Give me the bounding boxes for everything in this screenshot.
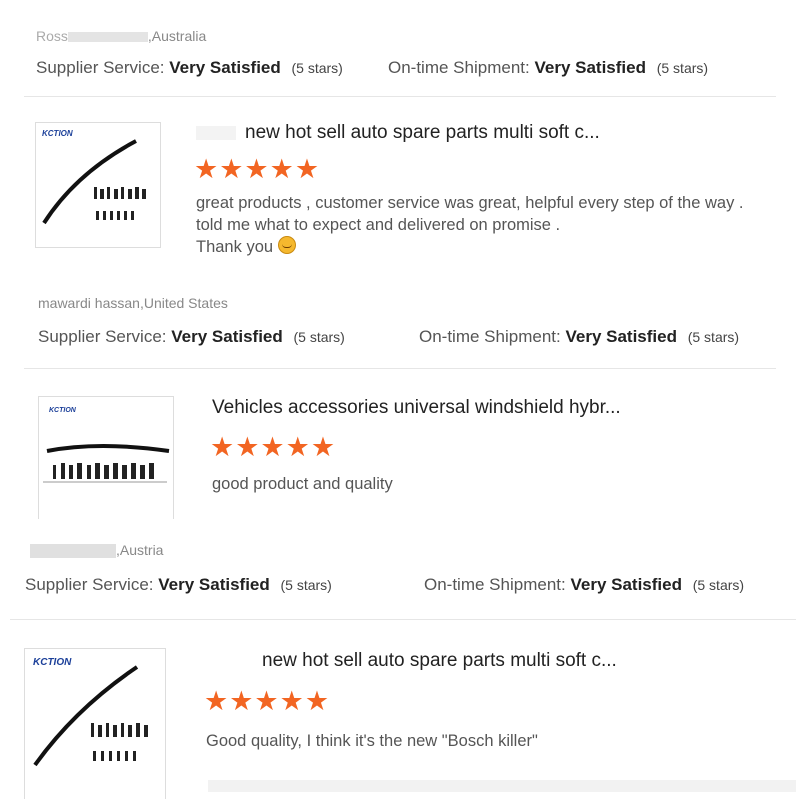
supplier-value: Very Satisfied — [158, 575, 270, 594]
review-comment: great products , customer service was gr… — [196, 192, 776, 258]
product-thumbnail[interactable]: KCTION — [24, 648, 166, 799]
reviewer-name: mawardi hassan,United States — [38, 295, 228, 311]
smiling-face-emoji-icon — [277, 236, 296, 254]
supplier-stars-count: (5 stars) — [280, 577, 332, 593]
review-comment: good product and quality — [212, 475, 393, 493]
supplier-stars-count: (5 stars) — [291, 60, 343, 76]
supplier-stars-count: (5 stars) — [293, 329, 345, 345]
review-comment: Good quality, I think it's the new "Bosc… — [206, 732, 538, 750]
supplier-service-rating: Supplier Service: Very Satisfied (5 star… — [38, 327, 345, 347]
wiper-blade-image — [33, 665, 148, 767]
supplier-label: Supplier Service: — [25, 575, 154, 594]
review-stars: ★★★★★ — [204, 686, 331, 716]
shipment-label: On-time Shipment: — [424, 575, 566, 594]
shipment-value: Very Satisfied — [534, 58, 646, 77]
supplier-service-rating: Supplier Service: Very Satisfied (5 star… — [36, 58, 343, 78]
supplier-service-rating: Supplier Service: Very Satisfied (5 star… — [25, 575, 332, 595]
shipment-value: Very Satisfied — [565, 327, 677, 346]
reviewer-name: ,Austria — [30, 542, 164, 559]
shipment-label: On-time Shipment: — [419, 327, 561, 346]
reply-box-placeholder — [208, 780, 796, 792]
shipment-stars-count: (5 stars) — [656, 60, 709, 76]
product-thumbnail[interactable]: KCTION — [35, 122, 161, 248]
shipment-stars-count: (5 stars) — [687, 329, 740, 345]
supplier-value: Very Satisfied — [171, 327, 283, 346]
comment-line-text: Thank you — [196, 238, 274, 256]
product-title[interactable]: new hot sell auto spare parts multi soft… — [245, 122, 600, 144]
shipment-rating: On-time Shipment: Very Satisfied (5 star… — [388, 58, 708, 78]
comment-line: Thank you — [196, 236, 776, 258]
divider — [10, 619, 796, 620]
product-title[interactable]: new hot sell auto spare parts multi soft… — [262, 650, 617, 672]
brand-logo-text: KCTION — [33, 657, 72, 668]
supplier-value: Very Satisfied — [169, 58, 281, 77]
reviewer-country: ,Australia — [147, 28, 207, 44]
reviewer-country: ,Austria — [116, 542, 164, 558]
shipment-value: Very Satisfied — [570, 575, 682, 594]
supplier-label: Supplier Service: — [36, 58, 165, 77]
reviewer-name: Ross ,Australia — [36, 28, 206, 44]
shipment-rating: On-time Shipment: Very Satisfied (5 star… — [424, 575, 744, 595]
divider — [24, 96, 776, 97]
product-thumbnail[interactable]: KCTION — [38, 396, 174, 519]
brand-logo-text: KCTION — [49, 407, 76, 414]
shipment-stars-count: (5 stars) — [692, 577, 745, 593]
wiper-blade-image — [43, 444, 170, 483]
product-title[interactable]: Vehicles accessories universal windshiel… — [212, 397, 621, 419]
comment-line: great products , customer service was gr… — [196, 194, 744, 212]
brand-logo-text: KCTION — [42, 129, 73, 138]
redacted-text — [196, 126, 236, 140]
redacted-name — [30, 544, 116, 559]
shipment-label: On-time Shipment: — [388, 58, 530, 77]
reviewer-name-partial: Ross — [36, 28, 68, 44]
wiper-blade-image — [42, 139, 146, 225]
comment-line: told me what to expect and delivered on … — [196, 216, 561, 234]
divider — [24, 368, 776, 369]
shipment-rating: On-time Shipment: Very Satisfied (5 star… — [419, 327, 739, 347]
review-stars: ★★★★★ — [194, 154, 321, 184]
redacted-name — [67, 32, 148, 43]
review-stars: ★★★★★ — [210, 432, 337, 462]
supplier-label: Supplier Service: — [38, 327, 167, 346]
